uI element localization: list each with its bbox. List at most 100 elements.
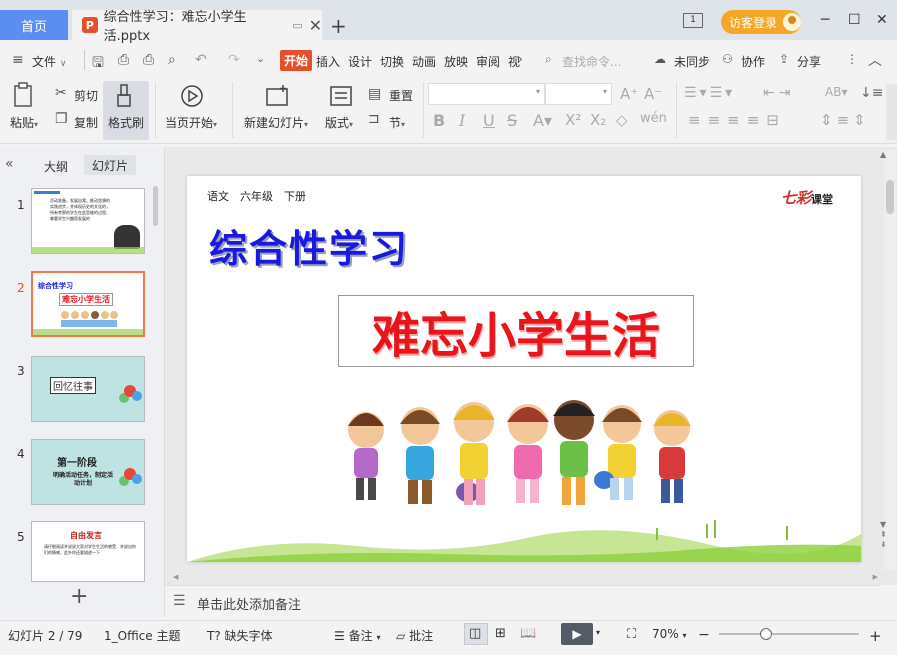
add-slide-icon[interactable]: + bbox=[70, 584, 88, 609]
thumbnail-text: 活动准备，发展自我，推动思想的实践进步，并体现历史的文化的，所有考察的学生在此思… bbox=[50, 198, 110, 221]
tab-transition[interactable]: 切换 bbox=[380, 53, 404, 70]
cut-button[interactable]: 剪切 bbox=[74, 87, 98, 104]
copy-button[interactable]: 复制 bbox=[74, 114, 98, 131]
slideshow-dropdown-icon[interactable]: ▾ bbox=[596, 628, 600, 637]
notes-placeholder[interactable]: 单击此处添加备注 bbox=[197, 594, 301, 613]
format-painter-button[interactable]: 格式刷 bbox=[108, 114, 144, 131]
search-command-input[interactable]: 查找命令... bbox=[562, 53, 621, 70]
slideshow-play-button[interactable]: ▶ bbox=[561, 623, 593, 645]
font-size-select[interactable]: ▾ bbox=[545, 83, 612, 105]
section-button[interactable]: 节▾ bbox=[389, 114, 405, 131]
tab-animation[interactable]: 动画 bbox=[412, 53, 436, 70]
ribbon-scrollbar[interactable] bbox=[886, 84, 897, 140]
current-slide[interactable]: 语文 六年级 下册 七彩课堂 综合性学习 难忘小学生活 bbox=[187, 176, 861, 562]
bold-icon[interactable]: B bbox=[433, 111, 445, 130]
horizontal-scrollbar[interactable]: ◀ ▶ bbox=[165, 572, 880, 584]
slide-number: 5 bbox=[17, 530, 25, 544]
sort-icon[interactable]: ↓≡ bbox=[860, 85, 883, 101]
font-family-select[interactable]: ▾ bbox=[428, 83, 545, 105]
hamburger-menu-icon[interactable]: ≡ bbox=[12, 52, 24, 68]
close-tab-icon[interactable]: ✕ bbox=[309, 16, 322, 35]
phonetic-guide-icon[interactable]: wén bbox=[640, 111, 667, 126]
save-icon[interactable]: 🖫 bbox=[92, 52, 104, 76]
visitor-login-button[interactable]: 访客登录 bbox=[721, 10, 801, 34]
layout-button[interactable]: 版式▾ bbox=[325, 114, 353, 131]
brush-icon bbox=[116, 84, 136, 111]
comment-icon: ▱ bbox=[396, 629, 406, 643]
export-pdf-icon[interactable]: ⎙ bbox=[118, 52, 129, 68]
slide-thumbnail-2[interactable]: 综合性学习 难忘小学生活 bbox=[31, 271, 145, 337]
minimize-icon[interactable]: ─ bbox=[821, 12, 829, 28]
print-icon[interactable]: ⎙ bbox=[143, 52, 154, 68]
file-menu[interactable]: 文件 ∨ bbox=[32, 53, 66, 70]
reading-view-icon[interactable]: 📖 bbox=[520, 626, 536, 641]
print-preview-icon[interactable]: ⌕ bbox=[168, 52, 176, 68]
clear-format-icon[interactable]: ◇ bbox=[616, 111, 628, 129]
play-from-current-button[interactable]: 当页开始▾ bbox=[165, 114, 217, 131]
sync-status-button[interactable]: 未同步 bbox=[674, 53, 710, 70]
zoom-in-icon[interactable]: + bbox=[869, 627, 882, 645]
paste-button[interactable]: 粘贴▾ bbox=[10, 114, 38, 131]
underline-icon[interactable]: U bbox=[483, 111, 495, 130]
slide-sorter-view-icon[interactable]: ⊞ bbox=[495, 626, 506, 641]
undo-icon[interactable]: ↶ bbox=[195, 52, 207, 68]
new-tab-button[interactable]: + bbox=[330, 14, 347, 38]
thumbnail-text: 回忆往事 bbox=[50, 377, 96, 394]
redo-icon[interactable]: ↷ bbox=[228, 52, 240, 68]
strikethrough-icon[interactable]: S bbox=[507, 111, 517, 130]
new-slide-button[interactable]: 新建幻灯片▾ bbox=[244, 114, 308, 131]
thumbnail-scrollbar[interactable] bbox=[153, 186, 158, 226]
tab-slides[interactable]: 幻灯片 bbox=[84, 155, 136, 175]
close-window-icon[interactable]: ✕ bbox=[876, 12, 888, 28]
more-options-icon[interactable]: ⋮ bbox=[846, 52, 858, 66]
scroll-up-icon[interactable]: ▲ bbox=[880, 150, 886, 159]
alignment-icons[interactable]: ≡≡≡≡⊟ bbox=[688, 111, 786, 129]
slide-thumbnail-1[interactable]: 活动准备，发展自我，推动思想的实践进步，并体现历史的文化的，所有考察的学生在此思… bbox=[31, 188, 145, 254]
divider bbox=[155, 82, 156, 138]
tab-slideshow[interactable]: 放映 bbox=[444, 53, 468, 70]
slide-thumbnail-5[interactable]: 自由发言 请仔细阅读并说说大家对学生生活的感受，并说出你们的情感，此外你还要描述… bbox=[31, 521, 145, 582]
home-tab[interactable]: 首页 bbox=[0, 10, 68, 40]
fit-window-icon[interactable]: ⛶ bbox=[627, 627, 636, 642]
tab-review[interactable]: 审阅 bbox=[476, 53, 500, 70]
notes-toggle-button[interactable]: ☰ 备注 ▾ bbox=[334, 627, 380, 644]
tab-outline[interactable]: 大纲 bbox=[44, 158, 68, 175]
missing-font-button[interactable]: T? 缺失字体 bbox=[207, 627, 273, 644]
login-label: 访客登录 bbox=[729, 15, 778, 30]
reset-button[interactable]: 重置 bbox=[389, 87, 413, 104]
line-spacing-icons[interactable]: ⇕≡⇕ bbox=[820, 111, 870, 129]
indent-icons[interactable]: ⇤⇥ bbox=[763, 85, 794, 101]
page-nav-icons[interactable]: ▼ ⇞ ⇟ bbox=[880, 520, 887, 550]
italic-icon[interactable]: I bbox=[459, 111, 465, 130]
superscript-icon[interactable]: X² bbox=[565, 111, 581, 129]
grow-font-icon[interactable]: A⁺ bbox=[620, 85, 638, 103]
tab-home-ribbon[interactable]: 开始 bbox=[280, 50, 313, 71]
tab-design[interactable]: 设计 bbox=[348, 53, 372, 70]
tab-insert[interactable]: 插入 bbox=[316, 53, 340, 70]
zoom-out-icon[interactable]: − bbox=[698, 627, 710, 643]
shrink-font-icon[interactable]: A⁻ bbox=[644, 85, 662, 103]
paste-icon[interactable] bbox=[12, 82, 36, 110]
text-direction-icon[interactable]: AB▾ bbox=[825, 85, 847, 99]
notes-pane[interactable]: ☰ 单击此处添加备注 bbox=[165, 585, 880, 618]
bullet-list-icon[interactable]: ☰▾☰▾ bbox=[684, 85, 735, 101]
zoom-slider[interactable] bbox=[719, 633, 859, 635]
zoom-slider-handle[interactable] bbox=[760, 628, 772, 640]
slide-thumbnail-4[interactable]: 第一阶段 明确活动任务，制定活动计划 bbox=[31, 439, 145, 505]
subscript-icon[interactable]: X₂ bbox=[590, 111, 606, 129]
vertical-scrollbar[interactable] bbox=[884, 150, 896, 570]
window-count-badge[interactable]: 1 bbox=[683, 13, 703, 28]
slide-thumbnail-3[interactable]: 回忆往事 bbox=[31, 356, 145, 422]
balloons-image bbox=[118, 384, 144, 411]
quick-access-dropdown-icon[interactable]: ⌄ bbox=[256, 52, 265, 65]
font-color-icon[interactable]: A▾ bbox=[533, 111, 552, 130]
more-tabs-chevron-icon[interactable]: › bbox=[518, 52, 523, 66]
maximize-icon[interactable]: ☐ bbox=[848, 12, 861, 28]
share-button[interactable]: 分享 bbox=[797, 53, 821, 70]
zoom-level[interactable]: 70% ▾ bbox=[652, 627, 687, 641]
collapse-panel-icon[interactable]: « bbox=[5, 156, 14, 172]
comments-button[interactable]: ▱ 批注 bbox=[396, 627, 433, 644]
collab-button[interactable]: 协作 bbox=[741, 53, 765, 70]
document-tab[interactable]: P 综合性学习：难忘小学生活.pptx ▭ ✕ bbox=[72, 10, 322, 44]
collapse-ribbon-icon[interactable]: ︿ bbox=[868, 50, 882, 70]
